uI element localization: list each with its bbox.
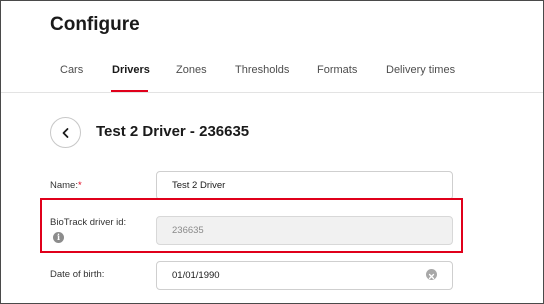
tab-zones[interactable]: Zones <box>176 64 207 76</box>
tab-thresholds[interactable]: Thresholds <box>235 64 289 76</box>
name-label-text: Name: <box>50 180 78 191</box>
app-window: Configure Cars Drivers Zones Thresholds … <box>0 0 544 304</box>
name-label: Name:* <box>50 180 82 191</box>
page-title: Configure <box>50 14 140 35</box>
required-mark: * <box>77 180 82 191</box>
clear-x-glyph <box>428 273 435 280</box>
active-tab-indicator <box>111 90 148 92</box>
biotrack-id-input[interactable]: 236635 <box>156 216 453 245</box>
driver-title: Test 2 Driver - 236635 <box>96 123 250 140</box>
dob-label: Date of birth: <box>50 269 105 280</box>
info-icon[interactable]: i <box>53 232 64 243</box>
chevron-left-icon <box>62 127 68 138</box>
clear-icon[interactable] <box>426 269 437 280</box>
tab-delivery-times[interactable]: Delivery times <box>386 64 455 76</box>
tab-formats[interactable]: Formats <box>317 64 357 76</box>
back-button[interactable] <box>50 117 81 148</box>
biotrack-label: BioTrack driver id: <box>50 217 127 228</box>
tab-cars[interactable]: Cars <box>60 64 83 76</box>
tab-bar: Cars Drivers Zones Thresholds Formats De… <box>1 59 543 93</box>
tab-drivers[interactable]: Drivers <box>112 64 150 76</box>
name-input[interactable]: Test 2 Driver <box>156 171 453 200</box>
dob-input[interactable]: 01/01/1990 <box>156 261 453 290</box>
